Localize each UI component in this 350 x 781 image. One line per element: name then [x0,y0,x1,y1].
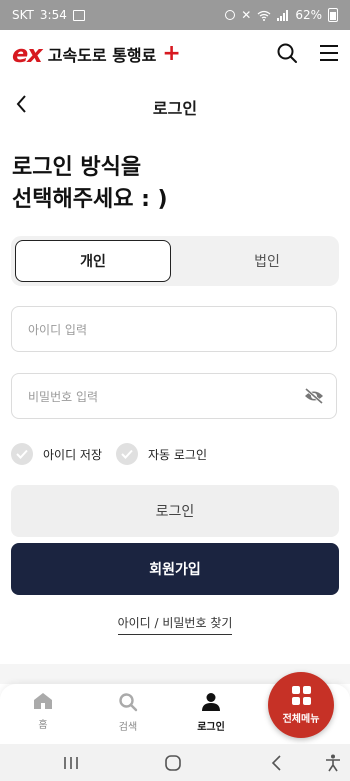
status-right: ✕ 62% [225,8,338,22]
tab-personal[interactable]: 개인 [15,240,171,282]
status-bar: SKT 3:54 ✕ 62% [0,0,350,30]
accessibility-icon [326,754,340,772]
nav-search-label: 검색 [118,722,138,733]
login-button[interactable]: 로그인 [11,485,339,537]
ex-logo-mark: ex [12,40,43,68]
nav-search[interactable]: 검색 [93,692,163,733]
join-button[interactable]: 회원가입 [11,543,339,595]
plus-mark: + [162,41,181,66]
nav-home[interactable]: 홈 [8,692,78,731]
alarm-icon [225,10,236,20]
id-input[interactable] [26,307,300,353]
service-name: 고속도로 통행료 [47,46,157,65]
back-system-button[interactable] [262,752,292,774]
recent-apps-icon [64,757,78,769]
search-icon [277,43,297,63]
check-icon [11,443,33,465]
search-icon [119,693,138,712]
menu-button[interactable] [316,40,342,66]
wifi-icon [257,10,271,21]
tab-corporate[interactable]: 법인 [189,240,345,282]
brand-logo[interactable]: ex 고속도로 통행료 + [12,42,181,66]
accessibility-button[interactable] [318,752,348,774]
find-account-link-wrap: 아이디 / 비밀번호 찾기 [0,614,350,635]
battery-icon [328,8,338,22]
login-type-segment: 개인 법인 [11,236,339,286]
gallery-notification-icon [72,9,85,21]
chevron-left-icon [271,755,281,771]
all-menu-button[interactable]: 전체메뉴 [268,672,334,738]
toggle-password-visibility[interactable] [302,385,326,407]
home-icon [34,693,52,709]
check-icon [116,443,138,465]
auto-login-label: 자동 로그인 [148,447,208,462]
clock: 3:54 [39,8,67,22]
home-circle-icon [165,755,181,771]
battery-percent: 62% [295,8,322,22]
nav-login-label: 로그인 [197,722,225,733]
eye-off-icon [305,387,323,405]
find-id-password-link[interactable]: 아이디 / 비밀번호 찾기 [117,616,233,635]
carrier-label: SKT [12,8,34,22]
page-title: 로그인 [152,99,198,118]
home-system-button[interactable] [158,752,188,774]
signal-icon [277,9,289,21]
save-id-checkbox[interactable]: 아이디 저장 [11,443,102,465]
login-headline: 로그인 방식을 선택해주세요 : ) [12,155,168,212]
nav-login[interactable]: 로그인 [176,692,246,733]
all-menu-label: 전체메뉴 [282,713,320,725]
grid-icon [291,685,311,705]
search-button[interactable] [274,40,300,66]
mute-icon: ✕ [241,8,252,22]
id-field [11,306,337,353]
status-left: SKT 3:54 [12,8,85,22]
person-icon [202,693,220,711]
save-id-label: 아이디 저장 [43,447,103,462]
password-field [11,373,337,420]
password-input[interactable] [26,374,300,420]
auto-login-checkbox[interactable]: 자동 로그인 [116,443,207,465]
recent-apps-button[interactable] [56,752,86,774]
app-header: ex 고속도로 통행료 + [0,30,350,76]
system-navigation-bar [0,744,350,781]
hamburger-icon [320,45,338,61]
nav-home-label: 홈 [38,720,48,731]
